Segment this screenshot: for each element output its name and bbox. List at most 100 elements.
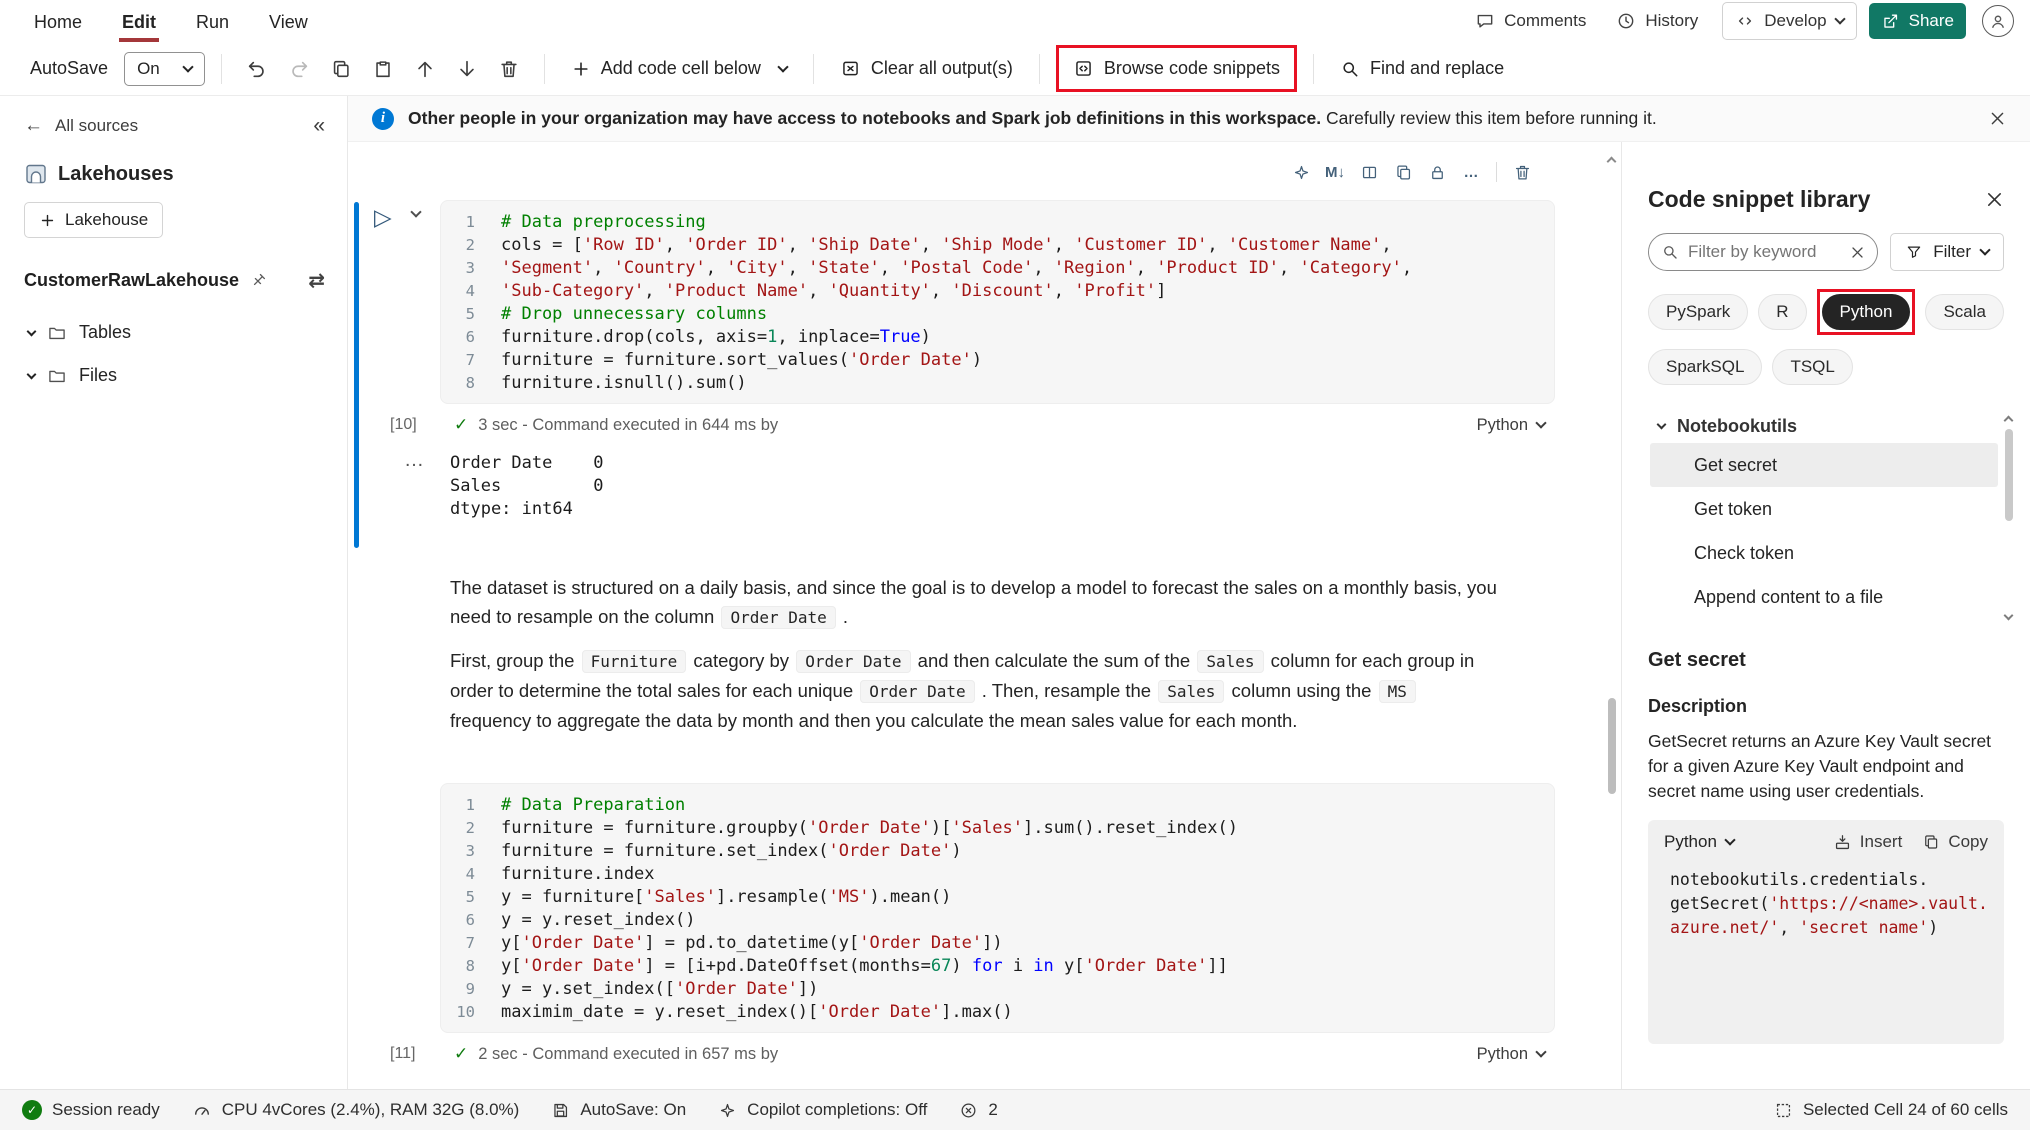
chevron-down-icon [182,61,193,72]
language-chip-tsql[interactable]: TSQL [1772,349,1852,385]
comments-button[interactable]: Comments [1463,3,1598,39]
menubar: Home Edit Run View Comments History Develop… [0,0,2030,42]
close-panel-icon[interactable] [1985,190,2004,209]
move-cell-up-button[interactable] [406,51,444,87]
snippet-item-get-secret[interactable]: Get secret [1650,443,1998,487]
code-line[interactable]: 9y = y.set_index(['Order Date']) [441,978,1540,1001]
profile-avatar[interactable] [1982,5,2014,37]
lakehouse-row[interactable]: CustomerRawLakehouse ⇄ [24,268,325,293]
copilot-status[interactable]: Copilot completions: Off [718,1100,927,1120]
snippet-item-append-content-to-a-file[interactable]: Append content to a file [1650,575,1998,619]
code-line[interactable]: 3furniture = furniture.set_index('Order … [441,840,1540,863]
menu-tab-run[interactable]: Run [193,3,232,42]
notebook-canvas[interactable]: ▷ M↓ … 1# Data preprocessing2cols = ['Ro… [348,142,1603,1089]
cell-language-selector[interactable]: Python [1477,416,1555,435]
switch-lakehouse-icon[interactable]: ⇄ [308,268,325,293]
resource-usage[interactable]: CPU 4vCores (2.4%), RAM 32G (8.0%) [192,1100,520,1120]
pin-icon[interactable] [249,271,268,290]
code-line[interactable]: 6furniture.drop(cols, axis=1, inplace=Tr… [441,326,1540,349]
split-cell-icon[interactable] [1354,158,1384,186]
snippet-search-box[interactable] [1648,233,1878,271]
menu-tab-edit[interactable]: Edit [119,3,159,42]
banner-close-button[interactable] [1989,110,2006,127]
menu-tab-view[interactable]: View [266,3,311,42]
insert-button[interactable]: Insert [1833,832,1903,852]
code-editor[interactable]: 1# Data Preparation2furniture = furnitur… [440,783,1555,1033]
code-line[interactable]: 7y['Order Date'] = pd.to_datetime(y['Ord… [441,932,1540,955]
add-code-cell-label: Add code cell below [601,58,761,79]
paste-button[interactable] [364,51,402,87]
add-lakehouse-button[interactable]: Lakehouse [24,202,163,238]
code-line[interactable]: 2furniture = furniture.groupby('Order Da… [441,817,1540,840]
find-replace-label: Find and replace [1370,58,1504,79]
code-line[interactable]: 4'Sub-Category', 'Product Name', 'Quanti… [441,280,1540,303]
annotation-box: Python [1817,289,1916,335]
undo-button[interactable] [238,51,276,87]
language-chip-scala[interactable]: Scala [1925,294,2004,330]
code-line[interactable]: 3'Segment', 'Country', 'City', 'State', … [441,257,1540,280]
output-options-icon[interactable]: … [404,450,425,470]
collapse-cell-button[interactable] [412,212,420,216]
code-line[interactable]: 5# Drop unnecessary columns [441,303,1540,326]
freeze-cell-lock-icon[interactable] [1422,158,1452,186]
cell-language-selector[interactable]: Python [1477,1045,1555,1064]
snippet-item-get-token[interactable]: Get token [1650,487,1998,531]
delete-cell-icon[interactable] [1507,158,1537,186]
markdown-cell[interactable]: The dataset is structured on a daily bas… [450,573,1500,735]
back-to-sources-button[interactable]: ← All sources [24,115,138,137]
language-chip-python[interactable]: Python [1822,294,1911,330]
code-line[interactable]: 10maximim_date = y.reset_index()['Order … [441,1001,1540,1024]
markdown-convert-icon[interactable]: M↓ [1320,158,1350,186]
copy-button[interactable] [322,51,360,87]
snippet-item-check-token[interactable]: Check token [1650,531,1998,575]
run-cell-button[interactable]: ▷ [374,206,392,229]
find-replace-button[interactable]: Find and replace [1330,50,1514,87]
search-input[interactable] [1688,242,1841,262]
snippet-language-selector[interactable]: Python [1664,832,1734,852]
snippet-list-scrollbar[interactable] [2002,413,2016,619]
scroll-up-icon[interactable] [1607,157,1617,167]
code-line[interactable]: 6y = y.reset_index() [441,909,1540,932]
develop-button[interactable]: Develop [1722,2,1856,40]
code-line[interactable]: 1# Data Preparation [441,794,1540,817]
collapse-sidebar-button[interactable]: « [313,114,325,138]
code-line[interactable]: 2cols = ['Row ID', 'Order ID', 'Ship Dat… [441,234,1540,257]
notebook-scrollbar[interactable] [1603,142,1621,1089]
duplicate-cell-icon[interactable] [1388,158,1418,186]
menu-tab-home[interactable]: Home [31,3,85,42]
sidebar-item-files[interactable]: Files [24,354,325,397]
snippet-code[interactable]: notebookutils.credentials.getSecret('htt… [1664,868,1988,940]
redo-button[interactable] [280,51,318,87]
language-chip-sparksql[interactable]: SparkSQL [1648,349,1762,385]
scroll-down-icon[interactable] [2004,611,2014,621]
filter-button[interactable]: Filter [1890,233,2004,271]
scrollbar-thumb[interactable] [1608,698,1616,794]
code-line[interactable]: 8y['Order Date'] = [i+pd.DateOffset(mont… [441,955,1540,978]
copy-snippet-button[interactable]: Copy [1922,832,1988,852]
error-count[interactable]: 2 [959,1100,997,1120]
code-editor[interactable]: 1# Data preprocessing2cols = ['Row ID', … [440,200,1555,404]
move-cell-down-button[interactable] [448,51,486,87]
language-chip-r[interactable]: R [1758,294,1806,330]
scrollbar-thumb[interactable] [2005,429,2013,521]
clear-outputs-button[interactable]: Clear all output(s) [830,50,1023,87]
autosave-toggle[interactable]: On [124,52,205,86]
code-line[interactable]: 7furniture = furniture.sort_values('Orde… [441,349,1540,372]
autosave-status[interactable]: AutoSave: On [551,1100,686,1120]
browse-code-snippets-button[interactable]: Browse code snippets [1063,50,1290,87]
sidebar-item-tables[interactable]: Tables [24,311,325,354]
code-line[interactable]: 1# Data preprocessing [441,211,1540,234]
share-button[interactable]: Share [1869,3,1966,39]
more-options-icon[interactable]: … [1456,158,1486,186]
add-code-cell-button[interactable]: Add code cell below [561,50,797,87]
code-line[interactable]: 8furniture.isnull().sum() [441,372,1540,395]
copilot-icon[interactable] [1286,158,1316,186]
scroll-up-icon[interactable] [2004,416,2014,426]
clear-search-icon[interactable] [1850,245,1865,260]
code-line[interactable]: 5y = furniture['Sales'].resample('MS').m… [441,886,1540,909]
code-line[interactable]: 4furniture.index [441,863,1540,886]
history-button[interactable]: History [1604,3,1710,39]
snippet-group-header[interactable]: Notebookutils [1650,409,1797,443]
language-chip-pyspark[interactable]: PySpark [1648,294,1748,330]
delete-cell-button[interactable] [490,51,528,87]
